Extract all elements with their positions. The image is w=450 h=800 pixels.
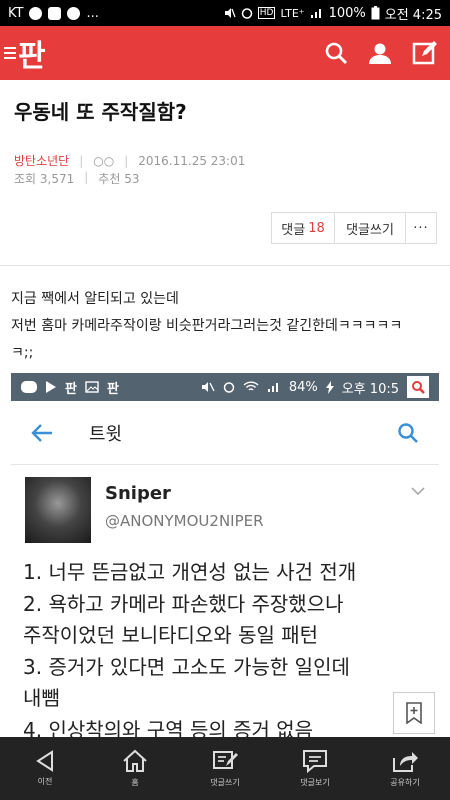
tweet-author-handle: @ANONYMOU2NIPER [105, 512, 264, 530]
menu-icon[interactable] [4, 47, 16, 59]
notification-icon [29, 6, 43, 20]
more-options-button[interactable]: ··· [406, 213, 436, 243]
mute-icon [201, 382, 215, 392]
nav-share-button[interactable]: 공유하기 [360, 737, 450, 800]
back-arrow-icon [31, 423, 52, 442]
signal-icon [267, 383, 278, 392]
signal-icon [310, 9, 321, 18]
post-author-row: 방탄소년단 | ○○ | 2016.11.25 23:01 [14, 152, 245, 169]
meta-divider: | [79, 153, 84, 168]
pann-icon: 판 [65, 381, 77, 397]
share-icon [393, 752, 418, 772]
battery-label: 100% [328, 5, 366, 21]
status-bar: KT ... HD LTE⁺ 100% 오전 4:25 [0, 0, 450, 26]
bookmark-button[interactable] [393, 692, 435, 734]
hd-icon: HD [257, 7, 276, 19]
play-icon [46, 381, 56, 393]
post-author[interactable]: 방탄소년단 [14, 152, 69, 169]
clock: 오전 4:25 [384, 7, 442, 23]
tweet-author-name: Sniper [105, 483, 171, 504]
back-arrow-icon [36, 750, 53, 772]
comments-count: 18 [308, 220, 325, 236]
tweet-line: 4. 인상착의와 구역 등의 증거 없음 [23, 717, 314, 738]
alarm-icon [223, 382, 235, 393]
nav-label: 공유하기 [390, 778, 420, 787]
search-icon [407, 376, 429, 398]
alarm-icon [241, 8, 253, 19]
tweet-header: Sniper @ANONYMOU2NIPER [11, 465, 439, 543]
embedded-battery-label: 84% [288, 379, 318, 395]
chat-bubble-icon [21, 381, 37, 393]
network-label: LTE⁺ [280, 6, 305, 20]
charging-icon [325, 380, 334, 394]
post-stats: 조회 3,571 | 추천 53 [14, 170, 139, 187]
image-icon [85, 381, 99, 393]
avatar [25, 477, 91, 543]
meta-divider: | [124, 153, 129, 168]
logo[interactable]: 판 [18, 31, 46, 75]
tweet-line: 1. 너무 뜬금없고 개연성 없는 사건 전개 [23, 560, 357, 584]
author-mark: ○○ [93, 153, 115, 168]
nav-home-button[interactable]: 홈 [90, 737, 180, 800]
search-icon[interactable] [324, 41, 348, 65]
embedded-screenshot: 판 판 84% 오후 10:5 트윗 Sniper @ANONYMOU2NIPE… [11, 373, 439, 737]
tweet-line: 내뺌 [23, 686, 60, 710]
search-icon [398, 422, 418, 443]
view-count: 조회 3,571 [14, 172, 75, 186]
pann-notification-icon [48, 6, 62, 20]
nav-write-comment-button[interactable]: 댓글쓰기 [180, 737, 270, 800]
battery-icon [371, 6, 380, 20]
write-comment-button[interactable]: 댓글쓰기 [335, 213, 406, 243]
tweet-line: 2. 욕하고 카메라 파손했다 주장했으나 [23, 591, 344, 616]
tweet-line: 주작이었던 보니타디오와 동일 패턴 [23, 623, 319, 647]
more-notifications: ... [86, 5, 99, 21]
pann-icon: 판 [106, 381, 119, 397]
profile-icon[interactable] [368, 41, 392, 65]
embedded-status-bar: 판 판 84% 오후 10:5 [11, 373, 439, 401]
embedded-clock: 오후 10:5 [341, 381, 399, 397]
nav-label: 홈 [131, 778, 139, 787]
post-body: 지금 짹에서 알티되고 있는데 저번 홈마 카메라주작이랑 비슷판거라그러는것 … [11, 286, 443, 367]
embedded-nav-title: 트윗 [89, 423, 123, 445]
chevron-down-icon [411, 485, 425, 543]
body-line: 지금 짹에서 알티되고 있는데 [11, 291, 179, 307]
nav-label: 댓글쓰기 [210, 778, 240, 787]
tweet-text: 1. 너무 뜬금없고 개연성 없는 사건 전개 2. 욕하고 카메라 파손했다 … [11, 543, 439, 737]
nav-label: 이전 [37, 777, 53, 786]
wifi-icon [243, 381, 259, 391]
comments-label: 댓글 [281, 222, 306, 238]
talk-notification-icon [67, 6, 81, 20]
post-date: 2016.11.25 23:01 [138, 153, 246, 168]
section-divider [0, 265, 450, 266]
post-title: 우동네 또 주작질함? [14, 100, 187, 124]
nav-back-button[interactable]: 이전 [0, 737, 90, 800]
nav-label: 댓글보기 [300, 778, 330, 787]
bookmark-icon [406, 702, 422, 724]
nav-view-comments-button[interactable]: 댓글보기 [270, 737, 360, 800]
mute-icon [224, 8, 236, 18]
body-line: 저번 홈마 카메라주작이랑 비슷판거라그러는것 같긴한데ㅋㅋㅋㅋㅋ [11, 318, 403, 334]
tweet-line: 3. 증거가 있다면 고소도 가능한 일인데 [23, 654, 350, 679]
write-post-icon[interactable] [412, 40, 438, 66]
app-bar: 판 [0, 26, 450, 80]
logo-menu[interactable]: 판 [0, 31, 46, 75]
comments-button[interactable]: 댓글 18 [272, 213, 335, 243]
post-actions: 댓글 18 댓글쓰기 ··· [271, 212, 437, 244]
comment-icon [303, 750, 327, 773]
recommend-count: 추천 53 [98, 172, 140, 186]
carrier-label: KT [8, 5, 24, 21]
home-icon [123, 749, 147, 772]
write-icon [213, 751, 238, 769]
bottom-nav: 이전 홈 댓글쓰기 댓글보기 공유하기 [0, 737, 450, 800]
embedded-nav-bar: 트윗 [11, 401, 439, 465]
body-line: ㅋ;; [11, 345, 34, 361]
meta-divider: | [84, 170, 89, 184]
